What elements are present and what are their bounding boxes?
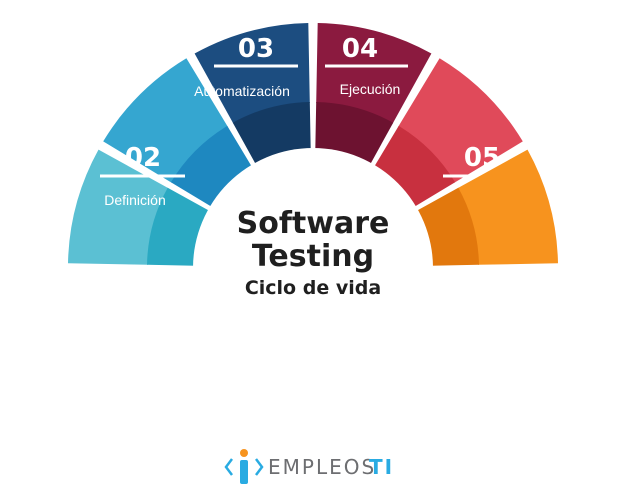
software-testing-lifecycle-diagram: 01 Planificación 02 Definición 03 Automatizac… [68,23,558,484]
logo-accent: TI [369,455,394,479]
segment-number: 02 [125,143,161,173]
title-line-testing: Testing [252,239,374,274]
segment-number: 01 [115,289,151,319]
logo-text: EMPLEOS [268,455,376,479]
segment-number: 06 [479,289,515,319]
center-title: Software Testing Ciclo de vida [237,206,390,299]
segment-number: 04 [342,34,378,64]
segment-label: Definición [104,192,165,208]
segment-label: Análisis [464,337,512,353]
empleos-ti-logo: EMPLEOS TI [224,449,394,484]
title-line-software: Software [237,206,390,241]
segment-number: 03 [238,34,274,64]
segment-label: Automatización [194,83,290,99]
title-subtitle: Ciclo de vida [245,277,381,299]
segment-label: Planificación [106,337,185,353]
info-person-icon [224,449,264,484]
segment-label: Ejecución [340,81,401,97]
